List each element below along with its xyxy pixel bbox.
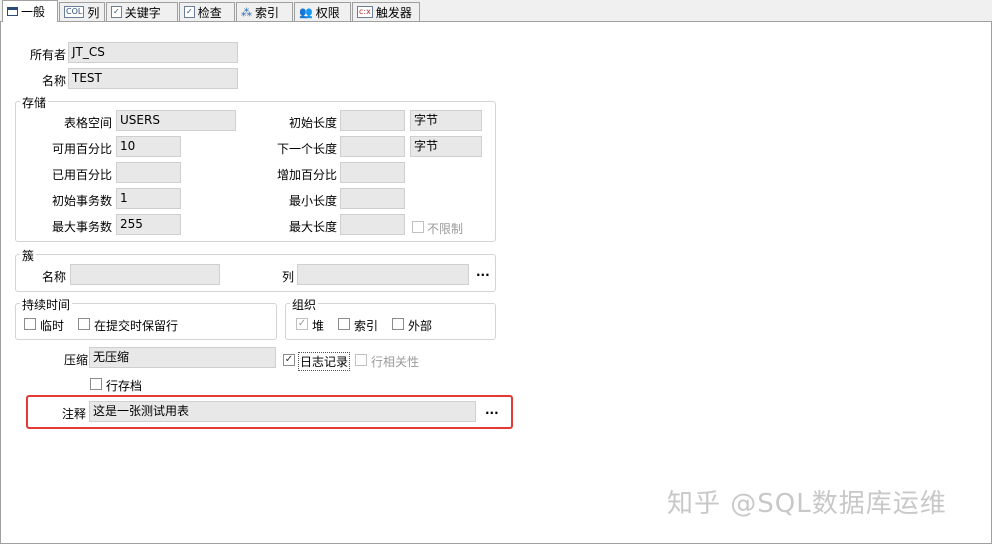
watermark: 知乎 @SQL数据库运维: [667, 489, 947, 519]
tab-checks[interactable]: ✓ 检查: [179, 2, 235, 21]
heap-label: 堆: [312, 319, 325, 333]
ini-trans-field[interactable]: 1: [116, 188, 181, 209]
owner-label: 所有者: [30, 48, 67, 62]
max-extents-label: 最大长度: [289, 220, 338, 234]
row-dependencies-label: 行相关性: [371, 355, 420, 369]
compression-label: 压缩: [64, 353, 89, 367]
pct-free-field[interactable]: 10: [116, 136, 181, 157]
organization-title: 组织: [290, 296, 319, 313]
row-archival-checkbox[interactable]: [90, 378, 102, 390]
comment-field[interactable]: 这是一张测试用表: [89, 401, 476, 422]
comment-browse-button[interactable]: ...: [485, 403, 499, 417]
cluster-name-label: 名称: [42, 270, 67, 284]
index-org-checkbox[interactable]: [338, 318, 350, 330]
external-checkbox[interactable]: [392, 318, 404, 330]
max-trans-label: 最大事务数: [52, 220, 113, 234]
row-dependencies-checkbox[interactable]: [355, 354, 367, 366]
tab-triggers[interactable]: c:x 触发器: [352, 2, 420, 21]
check-icon: ✓: [184, 6, 195, 18]
duration-title: 持续时间: [20, 296, 73, 313]
pct-used-field[interactable]: [116, 162, 181, 183]
row-archival-label: 行存档: [106, 379, 143, 393]
ini-trans-label: 初始事务数: [52, 194, 113, 208]
initial-label: 初始长度: [289, 116, 338, 130]
storage-title: 存储: [20, 94, 49, 111]
temporary-checkbox[interactable]: [24, 318, 36, 330]
cluster-browse-button[interactable]: ...: [476, 265, 490, 279]
unlimited-checkbox[interactable]: [412, 221, 424, 233]
pct-increase-label: 增加百分比: [277, 168, 338, 182]
columns-icon: COL: [64, 6, 85, 18]
tablespace-field[interactable]: USERS: [116, 110, 236, 131]
pct-free-label: 可用百分比: [52, 142, 113, 156]
max-trans-field[interactable]: 255: [116, 214, 181, 235]
cluster-columns-field[interactable]: [297, 264, 469, 285]
owner-field[interactable]: JT_CS: [68, 42, 238, 63]
preserve-rows-label: 在提交时保留行: [94, 319, 179, 333]
next-unit[interactable]: 字节: [410, 136, 482, 157]
max-extents-field[interactable]: [340, 214, 405, 235]
cluster-columns-label: 列: [282, 270, 295, 284]
preserve-rows-checkbox[interactable]: [78, 318, 90, 330]
tab-indexes[interactable]: ⁂ 索引: [236, 2, 293, 21]
initial-unit[interactable]: 字节: [410, 110, 482, 131]
initial-field[interactable]: [340, 110, 405, 131]
external-label: 外部: [408, 319, 433, 333]
logging-label: 日志记录: [298, 352, 351, 371]
tab-keys[interactable]: ✓ 关键字: [106, 2, 178, 21]
index-org-label: 索引: [354, 319, 379, 333]
logging-checkbox[interactable]: ✓: [283, 354, 295, 366]
tab-bar: 一般 COL 列 ✓ 关键字 ✓ 检查 ⁂ 索引 👥 权限 c:x 触发器: [0, 0, 992, 22]
cluster-title: 簇: [20, 247, 37, 264]
users-icon: 👥: [299, 5, 313, 19]
next-label: 下一个长度: [277, 142, 338, 156]
compression-select[interactable]: 无压缩: [89, 347, 276, 368]
temporary-label: 临时: [40, 319, 65, 333]
pct-increase-field[interactable]: [340, 162, 405, 183]
index-icon: ⁂: [241, 5, 252, 19]
tablespace-label: 表格空间: [64, 116, 113, 130]
name-field[interactable]: TEST: [68, 68, 238, 89]
window-icon: [7, 7, 18, 16]
min-extents-label: 最小长度: [289, 194, 338, 208]
next-field[interactable]: [340, 136, 405, 157]
name-label: 名称: [42, 74, 67, 88]
comment-label: 注释: [62, 407, 87, 421]
heap-checkbox[interactable]: ✓: [296, 318, 308, 330]
min-extents-field[interactable]: [340, 188, 405, 209]
unlimited-label: 不限制: [427, 222, 464, 236]
key-icon: ✓: [111, 6, 122, 18]
trigger-icon: c:x: [357, 6, 373, 18]
pct-used-label: 已用百分比: [52, 168, 113, 182]
tab-general[interactable]: 一般: [2, 0, 58, 22]
tab-privileges[interactable]: 👥 权限: [294, 2, 351, 21]
cluster-name-field[interactable]: [70, 264, 220, 285]
tab-columns[interactable]: COL 列: [59, 2, 105, 21]
